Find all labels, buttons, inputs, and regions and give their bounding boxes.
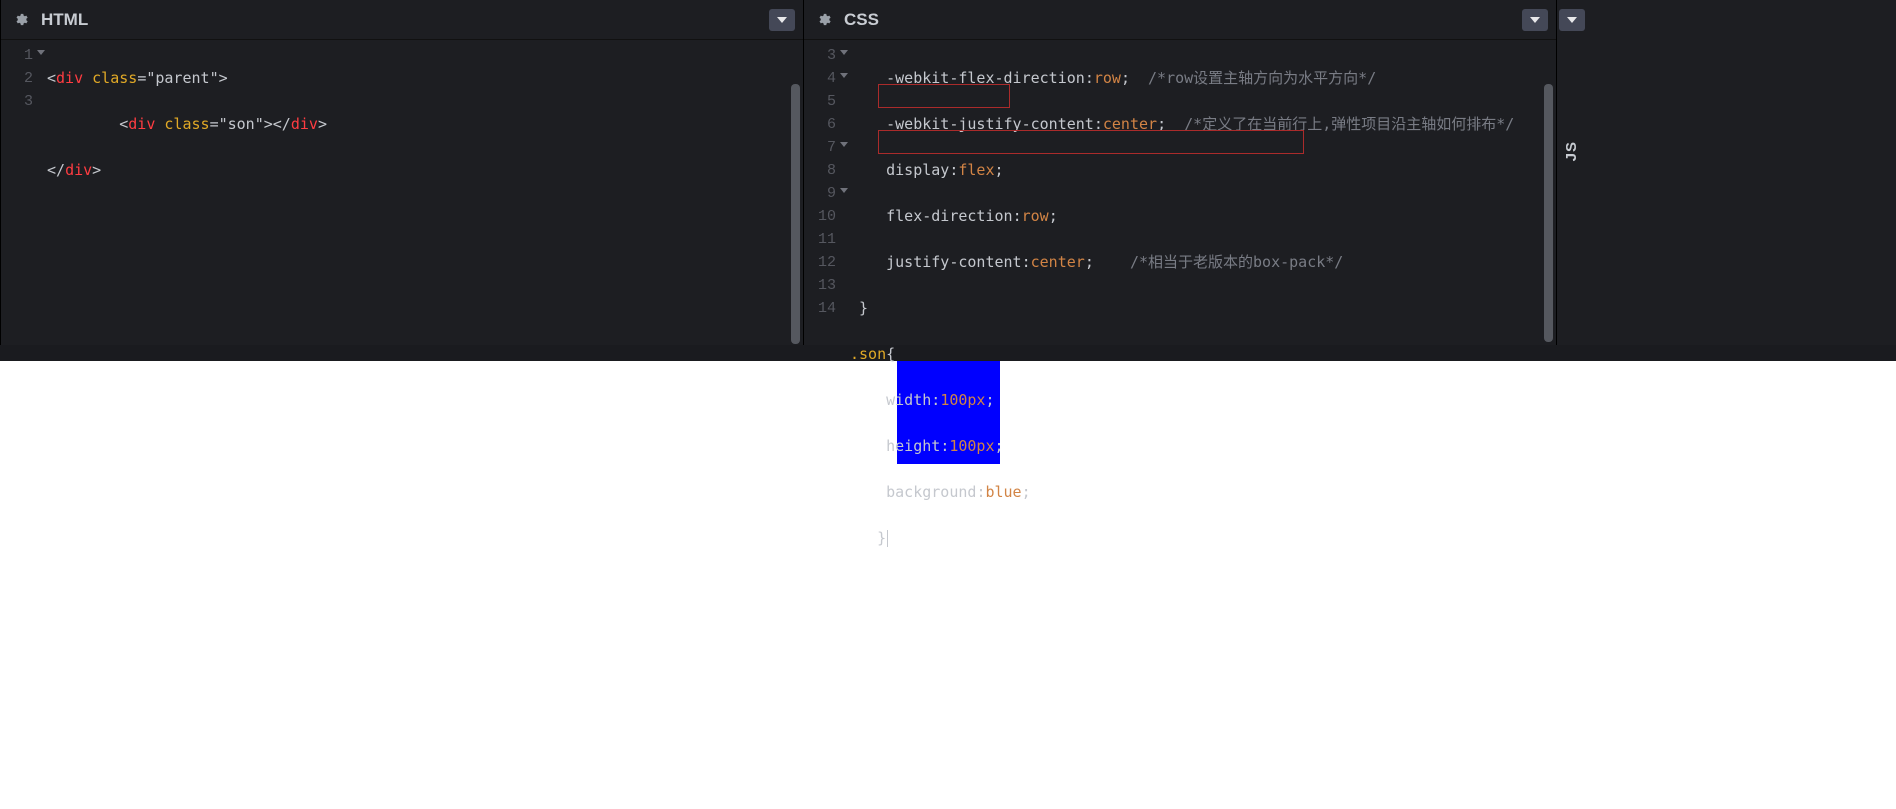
panel-title-css: CSS	[844, 10, 879, 30]
js-panel-collapsed: JS	[1556, 0, 1586, 345]
html-title-wrap: HTML	[11, 10, 88, 30]
editor-panels: HTML 1 2 3 <div class="parent"> <div cla…	[0, 0, 1896, 345]
scrollbar[interactable]	[791, 84, 800, 344]
line-number: 8	[827, 162, 836, 179]
html-panel: HTML 1 2 3 <div class="parent"> <div cla…	[0, 0, 803, 345]
code-area[interactable]: <div class="parent"> <div class="son"></…	[43, 40, 803, 345]
gear-icon[interactable]	[11, 11, 29, 29]
line-number: 14	[818, 300, 836, 317]
gear-icon[interactable]	[814, 11, 832, 29]
css-editor[interactable]: 3 4 5 6 7 8 9 10 11 12 13 14 -webkit-fle…	[804, 40, 1556, 345]
css-panel-header: CSS	[804, 0, 1556, 40]
scrollbar[interactable]	[1544, 84, 1553, 342]
line-number: 3	[827, 47, 836, 64]
html-panel-header: HTML	[1, 0, 803, 40]
panel-title-html: HTML	[41, 10, 88, 30]
line-number: 5	[827, 93, 836, 110]
html-editor[interactable]: 1 2 3 <div class="parent"> <div class="s…	[1, 40, 803, 345]
line-number: 4	[827, 70, 836, 87]
css-panel: CSS 3 4 5 6 7 8 9 10 11 12 13 14 -webki	[803, 0, 1556, 345]
css-title-wrap: CSS	[814, 10, 879, 30]
line-number: 3	[24, 93, 33, 110]
gutter: 3 4 5 6 7 8 9 10 11 12 13 14	[804, 40, 846, 345]
line-number: 13	[818, 277, 836, 294]
line-number: 9	[827, 185, 836, 202]
collapse-button[interactable]	[1522, 9, 1548, 31]
collapse-button[interactable]	[1559, 9, 1585, 31]
panel-title-js: JS	[1563, 141, 1580, 161]
line-number: 11	[818, 231, 836, 248]
text-cursor	[887, 530, 888, 547]
line-number: 2	[24, 70, 33, 87]
line-number: 7	[827, 139, 836, 156]
line-number: 1	[24, 47, 33, 64]
collapse-button[interactable]	[769, 9, 795, 31]
gutter: 1 2 3	[1, 40, 43, 345]
line-number: 12	[818, 254, 836, 271]
line-number: 10	[818, 208, 836, 225]
line-number: 6	[827, 116, 836, 133]
code-area[interactable]: -webkit-flex-direction:row; /*row设置主轴方向为…	[846, 40, 1556, 345]
